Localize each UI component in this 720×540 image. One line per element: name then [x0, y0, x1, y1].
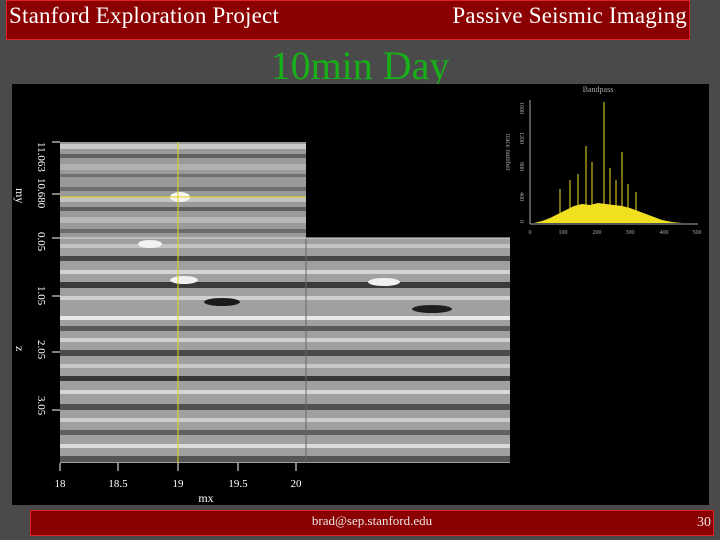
spectrum-x-tick: 0	[529, 230, 532, 236]
z-tick-label: 0.05	[35, 232, 47, 252]
spectrum-y-tick: 1600	[518, 102, 524, 114]
spectrum-y-label: trace number	[504, 134, 512, 171]
my-tick-label: 11.063	[35, 142, 47, 172]
seismic-slice-bottom	[60, 238, 510, 463]
page-number: 30	[697, 515, 711, 530]
my-axis-label: my	[13, 188, 27, 203]
spectrum-x-tick: 300	[626, 230, 635, 236]
header-right-text: Passive Seismic Imaging	[452, 3, 687, 28]
seismic-slice-top	[60, 142, 306, 238]
mx-tick-label: 18.5	[108, 478, 128, 490]
footer-bar: brad@sep.stanford.edu 30	[30, 510, 714, 536]
spectrum-title: Bandpass	[583, 85, 614, 94]
footer-email[interactable]: brad@sep.stanford.edu	[31, 513, 713, 529]
mx-tick-label: 19.5	[228, 478, 248, 490]
spectrum-y-tick: 400	[518, 192, 524, 201]
spectrum-x-tick: 500	[693, 230, 702, 236]
spectrum-y-tick: 1200	[518, 132, 524, 144]
event-shadow	[412, 305, 452, 313]
spectrum-plot: Bandpass trace number 0 400 800 1200 160…	[504, 85, 702, 236]
spectrum-fill	[534, 203, 682, 223]
event-shadow	[204, 298, 240, 306]
header-bar: Stanford Exploration Project Passive Sei…	[6, 0, 690, 40]
viewer-canvas: 11.063 10.680 my 0.05 1.05 z 2.05 3.05 1…	[13, 85, 702, 505]
event-highlight	[170, 276, 198, 284]
my-tick-label: 10.680	[35, 178, 47, 209]
event-highlight	[368, 278, 400, 286]
z-tick-label: 1.05	[35, 286, 47, 306]
spectrum-x-tick: 100	[559, 230, 568, 236]
event-highlight	[138, 240, 162, 248]
z-tick-label: 2.05	[35, 340, 47, 360]
spectrum-y-tick: 800	[518, 162, 524, 171]
mx-tick-label: 20	[291, 478, 303, 490]
header-left-text: Stanford Exploration Project	[9, 3, 280, 28]
mx-tick-label: 19	[173, 478, 185, 490]
spectrum-x-tick: 200	[593, 230, 602, 236]
z-tick-label: 3.05	[35, 396, 47, 416]
mx-axis-label: mx	[198, 491, 213, 505]
z-axis-label: z	[13, 346, 27, 351]
spectrum-y-tick: 0	[518, 220, 524, 223]
slide-title: 10min Day	[270, 43, 450, 88]
seismic-viewer: 11.063 10.680 my 0.05 1.05 z 2.05 3.05 1…	[12, 84, 709, 505]
spectrum-x-tick: 400	[660, 230, 669, 236]
mx-tick-label: 18	[55, 478, 67, 490]
